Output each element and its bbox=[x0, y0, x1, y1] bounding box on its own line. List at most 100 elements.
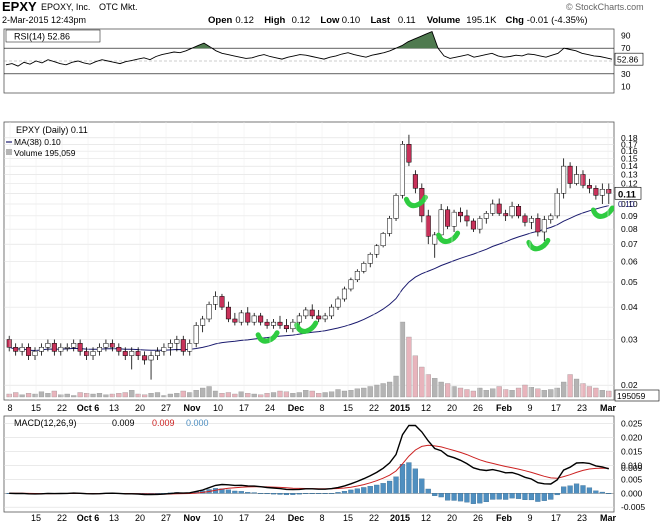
quote-label-3: Last bbox=[371, 15, 391, 26]
volume-bar bbox=[464, 389, 470, 398]
candle-body bbox=[206, 304, 212, 320]
candle-body bbox=[451, 211, 457, 227]
quote-value-2: 0.10 bbox=[342, 15, 361, 26]
price-y-tick-label: 0.06 bbox=[621, 257, 638, 267]
volume-bar bbox=[219, 393, 225, 398]
macd-histogram-bar bbox=[270, 493, 277, 495]
candle-body bbox=[161, 347, 167, 352]
candle-body bbox=[599, 189, 605, 196]
macd-histogram-bar bbox=[561, 486, 567, 494]
candle-body bbox=[425, 215, 431, 237]
volume-bar bbox=[277, 390, 283, 398]
macd-histogram-bar bbox=[509, 493, 515, 499]
candle-body bbox=[58, 347, 64, 352]
volume-bar bbox=[606, 390, 612, 398]
volume-bar bbox=[64, 393, 70, 398]
price-x-tick-label: 8 bbox=[7, 403, 12, 413]
volume-bar bbox=[432, 378, 438, 398]
macd-histogram-bar bbox=[225, 489, 232, 494]
volume-bar bbox=[393, 375, 399, 398]
macd-x-tick-label: 22 bbox=[57, 513, 67, 523]
macd-histogram-bar bbox=[328, 493, 335, 494]
volume-bar bbox=[573, 378, 580, 398]
price-x-tick-label: 13 bbox=[109, 403, 119, 413]
macd-y-tick-label: 0.015 bbox=[621, 446, 643, 456]
macd-histogram-bar bbox=[348, 489, 354, 494]
macd-histogram-bar bbox=[593, 490, 599, 494]
candle-body bbox=[593, 188, 599, 196]
macd-x-tick-label: 22 bbox=[369, 513, 379, 523]
volume-bar bbox=[83, 393, 90, 398]
macd-histogram-bar bbox=[425, 488, 431, 494]
price-x-tick-label: 22 bbox=[57, 403, 67, 413]
volume-bar bbox=[161, 395, 167, 398]
candle-body bbox=[219, 296, 225, 308]
candle-body bbox=[116, 347, 122, 352]
macd-histogram-bar bbox=[386, 480, 393, 494]
candle-body bbox=[387, 218, 393, 234]
macd-histogram-bar bbox=[393, 476, 399, 494]
macd-histogram-bar bbox=[535, 493, 541, 502]
candle-body bbox=[271, 321, 277, 326]
macd-legend-macd: 0.009 bbox=[112, 418, 135, 428]
price-x-tick-label: 24 bbox=[265, 403, 275, 413]
price-x-tick-label: Mar bbox=[600, 403, 617, 413]
price-x-tick-label: 15 bbox=[343, 403, 353, 413]
volume-bar bbox=[129, 390, 135, 398]
quote-value-3: 0.11 bbox=[398, 15, 416, 26]
ma-legend-text: MA(38) 0.10 bbox=[14, 137, 61, 147]
volume-bar bbox=[457, 387, 464, 398]
price-x-tick-label: 20 bbox=[447, 403, 457, 413]
quote-value-1: 0.12 bbox=[292, 15, 311, 26]
macd-histogram-bar bbox=[457, 493, 464, 502]
macd-x-tick-label: 27 bbox=[161, 513, 171, 523]
candle-body bbox=[445, 209, 451, 227]
watermark: © StockCharts.com bbox=[566, 2, 644, 12]
volume-bar bbox=[19, 394, 25, 398]
volume-bar bbox=[419, 366, 425, 398]
candle-body bbox=[509, 206, 515, 217]
candle-body bbox=[335, 298, 341, 308]
quote-value-4: 195.1K bbox=[466, 15, 497, 26]
candle-body bbox=[225, 306, 231, 320]
price-x-tick-label: 15 bbox=[31, 403, 41, 413]
macd-x-tick-label: 17 bbox=[239, 513, 249, 523]
price-x-tick-label: 26 bbox=[473, 403, 483, 413]
macd-histogram-bar bbox=[451, 493, 457, 501]
quote-label-1: High bbox=[264, 15, 285, 26]
volume-bar bbox=[180, 390, 186, 398]
macd-histogram-bar bbox=[406, 462, 412, 494]
macd-legend-signal: 0.009 bbox=[152, 418, 175, 428]
candle-body bbox=[567, 165, 573, 184]
volume-bar bbox=[586, 386, 593, 398]
macd-histogram-bar bbox=[528, 493, 535, 501]
candle-body bbox=[232, 318, 238, 323]
volume-bar bbox=[380, 383, 386, 398]
candle-body bbox=[251, 315, 257, 323]
candle-body bbox=[535, 218, 541, 233]
candle-body bbox=[38, 347, 44, 352]
candle-body bbox=[432, 234, 438, 245]
macd-histogram-bar bbox=[309, 493, 315, 494]
price-x-tick-label: 12 bbox=[421, 403, 431, 413]
volume-bar bbox=[509, 390, 515, 398]
candle-body bbox=[303, 309, 309, 317]
macd-histogram-bar bbox=[258, 493, 264, 494]
candle-body bbox=[122, 351, 128, 356]
candle-body bbox=[496, 203, 502, 214]
volume-bar bbox=[561, 381, 567, 398]
volume-bar bbox=[51, 390, 57, 398]
candle-body bbox=[103, 343, 109, 348]
volume-bar bbox=[212, 390, 219, 398]
volume-bar bbox=[335, 389, 341, 398]
candle-body bbox=[464, 215, 470, 222]
volume-bar bbox=[528, 387, 535, 398]
candle-body bbox=[354, 271, 360, 281]
candle-body bbox=[19, 347, 25, 352]
candle-body bbox=[64, 347, 70, 349]
volume-bar bbox=[258, 394, 264, 398]
macd-histogram-bar bbox=[599, 491, 605, 494]
volume-bar bbox=[496, 386, 502, 398]
volume-bar bbox=[328, 391, 335, 398]
macd-histogram-bar bbox=[367, 486, 373, 494]
